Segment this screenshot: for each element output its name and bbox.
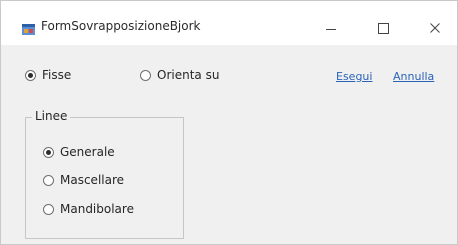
form-body: Fisse Orienta su Esegui Annulla Linee Ge… xyxy=(1,45,457,244)
esegui-link[interactable]: Esegui xyxy=(336,70,372,83)
radio-indicator xyxy=(140,69,151,81)
app-window: FormSovrapposizioneBjork Fisse Orienta s… xyxy=(0,0,458,245)
radio-indicator xyxy=(43,174,54,186)
radio-orienta-su-label: Orienta su xyxy=(157,68,220,82)
maximize-button[interactable] xyxy=(361,11,405,45)
radio-generale-label: Generale xyxy=(60,145,115,159)
app-form-icon xyxy=(22,24,35,35)
linee-group-title: Linee xyxy=(32,109,71,123)
radio-indicator xyxy=(43,146,54,158)
window-title: FormSovrapposizioneBjork xyxy=(41,19,201,33)
radio-indicator xyxy=(43,203,54,215)
close-button[interactable] xyxy=(413,11,457,45)
close-icon xyxy=(430,23,440,33)
radio-mandibolare[interactable]: Mandibolare xyxy=(43,202,134,216)
minimize-icon xyxy=(326,28,336,30)
radio-generale[interactable]: Generale xyxy=(43,145,115,159)
radio-mascellare[interactable]: Mascellare xyxy=(43,173,124,187)
radio-orienta-su[interactable]: Orienta su xyxy=(140,68,219,82)
minimize-button[interactable] xyxy=(309,11,353,45)
title-bar[interactable]: FormSovrapposizioneBjork xyxy=(1,1,457,45)
radio-fisse-label: Fisse xyxy=(42,68,72,82)
radio-indicator xyxy=(25,69,36,81)
radio-fisse[interactable]: Fisse xyxy=(25,68,71,82)
radio-mascellare-label: Mascellare xyxy=(60,173,125,187)
annulla-link[interactable]: Annulla xyxy=(393,70,434,83)
radio-mandibolare-label: Mandibolare xyxy=(60,202,134,216)
maximize-icon xyxy=(377,22,389,34)
